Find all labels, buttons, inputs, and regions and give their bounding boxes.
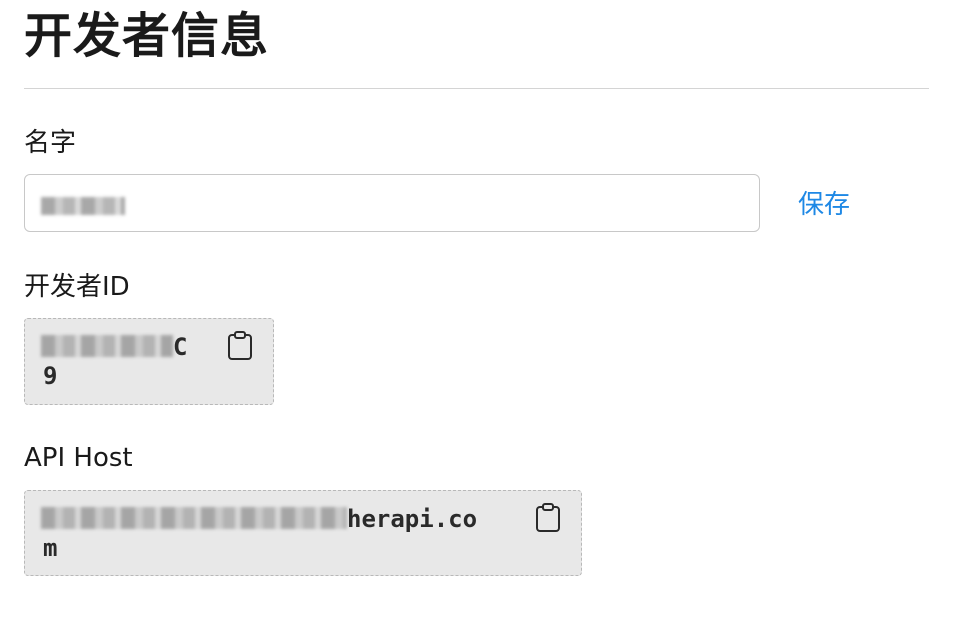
developer-id-box: C 9 [24,318,274,405]
developer-id-line2: 9 [43,362,58,390]
clipboard-copy-icon[interactable] [535,503,561,533]
api-host-box: herapi.co m [24,490,582,576]
redacted-developer-id [41,335,173,357]
name-input[interactable] [24,174,760,232]
redacted-api-host [41,507,347,529]
name-label: 名字 [24,128,77,158]
developer-id-visible-part: C [173,333,188,361]
title-divider [24,88,929,89]
developer-id-label: 开发者ID [24,272,130,302]
page-title: 开发者信息 [24,8,270,64]
api-host-line2: m [43,534,58,562]
redacted-name [41,197,125,215]
api-host-label: API Host [24,443,133,473]
save-button[interactable]: 保存 [798,188,850,222]
clipboard-copy-icon[interactable] [227,331,253,361]
api-host-visible-part: herapi.co [347,505,478,533]
developer-info-page: 开发者信息 名字 保存 开发者ID C 9 API Host herapi.co… [0,0,972,630]
